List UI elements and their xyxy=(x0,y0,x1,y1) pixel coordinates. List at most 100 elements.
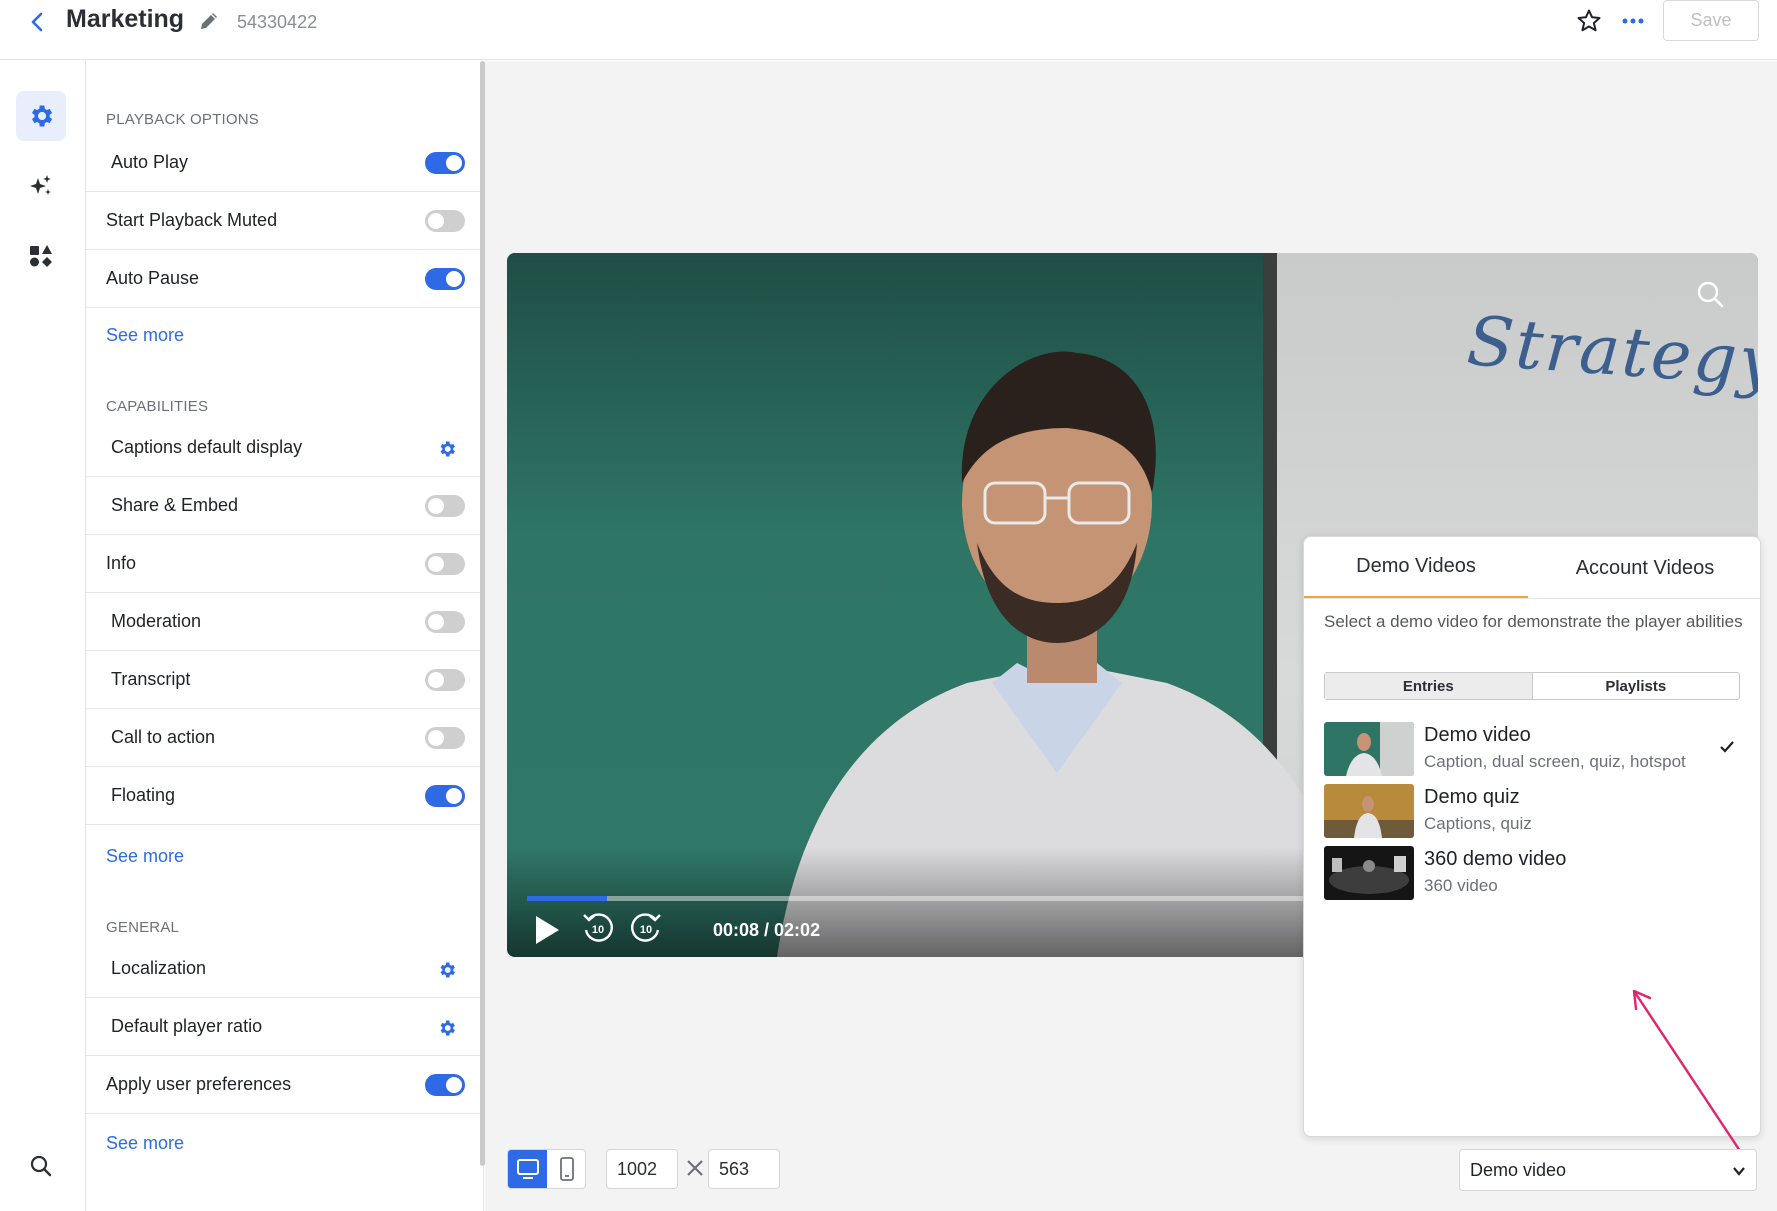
edit-pencil-icon[interactable] xyxy=(198,10,220,32)
entries-playlists-switch: Entries Playlists xyxy=(1324,672,1740,700)
section-title-playback: PLAYBACK OPTIONS xyxy=(106,111,259,128)
sparkles-icon xyxy=(30,175,51,195)
moderation-toggle[interactable] xyxy=(425,611,465,633)
video-name: 360 demo video xyxy=(1424,848,1567,870)
timecode: 00:08 / 02:02 xyxy=(713,920,821,940)
popup-description: Select a demo video for demonstrate the … xyxy=(1324,612,1743,631)
rail-plugins-button[interactable] xyxy=(16,161,66,211)
save-button[interactable]: Save xyxy=(1663,0,1759,41)
video-item-360-demo[interactable]: 360 demo video 360 video xyxy=(1324,846,1744,902)
video-name: Demo quiz xyxy=(1424,786,1520,808)
rewind-icon: 10 xyxy=(583,913,613,942)
setting-label: Call to action xyxy=(111,727,216,747)
gear-icon xyxy=(32,105,53,127)
video-thumbnail xyxy=(1324,846,1414,900)
desktop-icon xyxy=(516,1159,539,1179)
left-rail xyxy=(0,61,86,1211)
setting-label: Apply user preferences xyxy=(106,1074,292,1094)
rewind-10-button[interactable]: 10 xyxy=(580,910,616,946)
tab-divider xyxy=(1304,598,1760,599)
more-options-icon[interactable] xyxy=(1620,8,1646,34)
tab-account-videos[interactable]: Account Videos xyxy=(1528,537,1760,599)
auto-play-toggle[interactable] xyxy=(425,152,465,174)
setting-label: Localization xyxy=(111,958,207,978)
forward-10-button[interactable]: 10 xyxy=(628,910,664,946)
setting-label: Default player ratio xyxy=(111,1016,263,1036)
entry-id: 54330422 xyxy=(237,12,318,32)
segment-entries[interactable]: Entries xyxy=(1325,673,1533,699)
player-ratio-gear-icon[interactable] xyxy=(437,1018,457,1038)
rail-settings-button[interactable] xyxy=(16,91,66,141)
play-icon xyxy=(536,916,559,944)
setting-label: Captions default display xyxy=(111,437,303,457)
transcript-toggle[interactable] xyxy=(425,669,465,691)
mobile-icon xyxy=(559,1157,574,1181)
setting-label: Auto Pause xyxy=(106,268,200,288)
back-arrow-icon[interactable] xyxy=(24,8,52,36)
auto-pause-toggle[interactable] xyxy=(425,268,465,290)
desktop-view-button[interactable] xyxy=(508,1150,547,1188)
floating-toggle[interactable] xyxy=(425,785,465,807)
times-icon xyxy=(687,1160,703,1176)
call-to-action-toggle[interactable] xyxy=(425,727,465,749)
user-preferences-toggle[interactable] xyxy=(425,1074,465,1096)
tab-demo-videos[interactable]: Demo Videos xyxy=(1304,537,1528,599)
see-more-link-playback[interactable]: See more xyxy=(106,325,184,346)
setting-row-call-to-action: Call to action xyxy=(86,709,481,767)
share-embed-toggle[interactable] xyxy=(425,495,465,517)
svg-text:10: 10 xyxy=(640,924,652,936)
checkmark-icon xyxy=(1720,741,1734,753)
setting-row-start-muted: Start Playback Muted xyxy=(86,192,481,250)
demo-video-select[interactable]: Demo video xyxy=(1459,1149,1757,1191)
demo-select-value: Demo video xyxy=(1470,1160,1567,1180)
segment-playlists[interactable]: Playlists xyxy=(1533,673,1740,699)
mobile-view-button[interactable] xyxy=(547,1150,586,1188)
setting-label: Moderation xyxy=(111,611,202,631)
setting-label: Info xyxy=(106,553,137,573)
video-item-demo-video[interactable]: Demo video Caption, dual screen, quiz, h… xyxy=(1324,722,1744,778)
setting-row-captions: Captions default display xyxy=(86,419,481,477)
setting-row-auto-play: Auto Play xyxy=(86,134,481,192)
star-icon[interactable] xyxy=(1576,8,1602,34)
setting-row-share-embed: Share & Embed xyxy=(86,477,481,535)
setting-label: Start Playback Muted xyxy=(106,210,278,230)
setting-label: Share & Embed xyxy=(111,495,239,515)
setting-label: Floating xyxy=(111,785,176,805)
forward-icon: 10 xyxy=(631,913,661,942)
device-switcher xyxy=(507,1149,586,1189)
setting-label: Transcript xyxy=(111,669,191,689)
video-name: Demo video xyxy=(1424,724,1531,746)
video-search-icon[interactable] xyxy=(1695,279,1725,309)
svg-text:10: 10 xyxy=(592,924,604,936)
setting-row-player-ratio: Default player ratio xyxy=(86,998,481,1056)
start-muted-toggle[interactable] xyxy=(425,210,465,232)
video-item-demo-quiz[interactable]: Demo quiz Captions, quiz xyxy=(1324,784,1744,840)
search-icon xyxy=(30,1155,52,1177)
setting-row-moderation: Moderation xyxy=(86,593,481,651)
setting-row-floating: Floating xyxy=(86,767,481,825)
settings-panel: PLAYBACK OPTIONS Auto Play Start Playbac… xyxy=(86,61,484,1211)
video-subtitle: 360 video xyxy=(1424,876,1498,895)
info-toggle[interactable] xyxy=(425,553,465,575)
rail-search-button[interactable] xyxy=(16,1141,66,1191)
captions-gear-icon[interactable] xyxy=(437,439,457,459)
localization-gear-icon[interactable] xyxy=(437,960,457,980)
top-bar: Marketing 54330422 Save xyxy=(0,0,1777,60)
setting-row-auto-pause: Auto Pause xyxy=(86,250,481,308)
chevron-down-icon xyxy=(1733,1167,1745,1176)
see-more-link-general[interactable]: See more xyxy=(106,1133,184,1154)
setting-row-info: Info xyxy=(86,535,481,593)
video-thumbnail xyxy=(1324,784,1414,838)
see-more-link-capabilities[interactable]: See more xyxy=(106,846,184,867)
rail-widgets-button[interactable] xyxy=(16,231,66,281)
annotation-arrow xyxy=(1632,989,1750,1164)
player-width-input[interactable] xyxy=(606,1149,678,1189)
video-subtitle: Caption, dual screen, quiz, hotspot xyxy=(1424,752,1686,771)
page-title: Marketing xyxy=(66,5,185,33)
video-thumbnail xyxy=(1324,722,1414,776)
play-button[interactable] xyxy=(533,914,561,946)
player-height-input[interactable] xyxy=(708,1149,780,1189)
setting-row-transcript: Transcript xyxy=(86,651,481,709)
setting-row-user-preferences: Apply user preferences xyxy=(86,1056,481,1114)
video-subtitle: Captions, quiz xyxy=(1424,814,1532,833)
